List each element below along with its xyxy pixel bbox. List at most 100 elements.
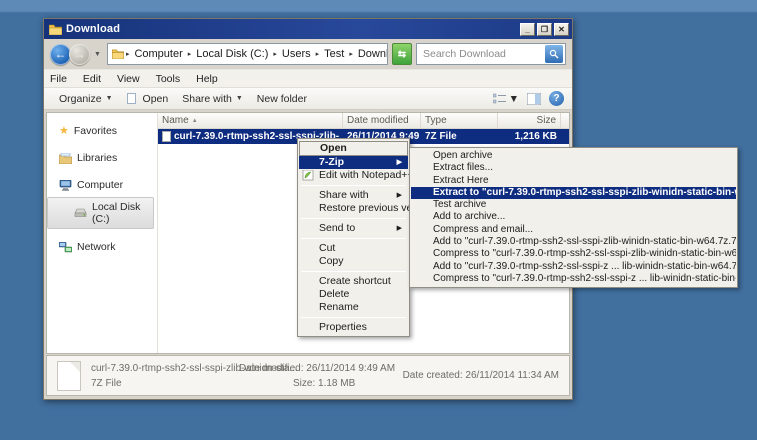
breadcrumb-arrow-icon: ▸ bbox=[316, 50, 320, 58]
new-folder-button[interactable]: New folder bbox=[250, 91, 314, 107]
context-menu-item-edit-with-notepadpp[interactable]: Edit with Notepad++ bbox=[299, 169, 408, 182]
column-headers: Name ▲ Date modified Type Size bbox=[158, 113, 569, 129]
chevron-down-icon: ▼ bbox=[509, 93, 519, 105]
chevron-down-icon: ▼ bbox=[236, 95, 243, 102]
details-file-name: curl-7.39.0-rtmp-ssh2-ssl-sspi-zlib-wini… bbox=[91, 361, 239, 376]
breadcrumb-item-download[interactable]: Download bbox=[355, 46, 388, 62]
context-menu-item-cut[interactable]: Cut bbox=[299, 242, 408, 255]
context-menu-item-create-shortcut[interactable]: Create shortcut bbox=[299, 275, 408, 288]
details-date-created: Date created: 26/11/2014 11:34 AM bbox=[403, 368, 559, 383]
column-header-name[interactable]: Name ▲ bbox=[158, 113, 343, 128]
breadcrumb-folder-icon bbox=[112, 49, 124, 59]
context-menu-item-restore-previous-versions[interactable]: Restore previous versions bbox=[299, 202, 408, 215]
menu-tools[interactable]: Tools bbox=[156, 73, 181, 85]
menu-help[interactable]: Help bbox=[196, 73, 218, 85]
details-file-type: 7Z File bbox=[91, 376, 239, 391]
title-bar[interactable]: Download _ ❐ ✕ bbox=[44, 19, 572, 39]
refresh-button[interactable]: ⇆ bbox=[392, 43, 412, 65]
file-type-cell: 7Z File bbox=[421, 131, 498, 142]
document-icon bbox=[162, 131, 171, 142]
submenu-item-compress-to-zip-and-email[interactable]: Compress to "curl-7.39.0-rtmp-ssh2-ssl-s… bbox=[411, 273, 736, 285]
breadcrumb-arrow-icon: ▸ bbox=[188, 50, 192, 58]
column-header-size[interactable]: Size bbox=[498, 113, 561, 128]
window-title: Download bbox=[66, 23, 518, 35]
navigation-pane: ★ Favorites Libraries Computer Local Di bbox=[47, 113, 158, 353]
notepad-plus-plus-icon bbox=[302, 170, 314, 181]
sidebar-item-local-disk-c[interactable]: Local Disk (C:) bbox=[47, 197, 154, 229]
details-size: Size: 1.18 MB bbox=[239, 376, 403, 391]
folder-icon bbox=[49, 24, 62, 35]
sidebar-item-favorites[interactable]: ★ Favorites bbox=[47, 121, 157, 140]
star-icon: ★ bbox=[59, 124, 69, 137]
submenu-arrow-icon: ▶ bbox=[397, 156, 402, 169]
sidebar-item-computer[interactable]: Computer bbox=[47, 176, 157, 194]
sort-ascending-icon: ▲ bbox=[192, 118, 198, 124]
libraries-icon bbox=[59, 153, 72, 164]
minimize-button[interactable]: _ bbox=[520, 23, 535, 36]
help-icon[interactable]: ? bbox=[549, 91, 564, 106]
submenu-item-extract-here[interactable]: Extract Here bbox=[411, 175, 736, 187]
menu-separator bbox=[301, 317, 406, 318]
desktop: { "window": { "title": "Download", "cont… bbox=[0, 0, 757, 440]
maximize-button[interactable]: ❐ bbox=[537, 23, 552, 36]
details-date-modified: Date modified: 26/11/2014 9:49 AM bbox=[239, 361, 403, 376]
share-with-button[interactable]: Share with▼ bbox=[175, 91, 250, 107]
breadcrumb[interactable]: ▸ Computer ▸ Local Disk (C:) ▸ Users ▸ T… bbox=[107, 43, 388, 65]
file-icon bbox=[127, 93, 136, 104]
submenu-item-add-to-7z[interactable]: Add to "curl-7.39.0-rtmp-ssh2-ssl-sspi-z… bbox=[411, 236, 736, 248]
change-view-button[interactable]: ▼ bbox=[493, 93, 519, 105]
breadcrumb-item-users[interactable]: Users bbox=[279, 46, 314, 62]
submenu-item-extract-to[interactable]: Extract to "curl-7.39.0-rtmp-ssh2-ssl-ss… bbox=[411, 187, 736, 199]
submenu-item-add-to-zip[interactable]: Add to "curl-7.39.0-rtmp-ssh2-ssl-sspi-z… bbox=[411, 261, 736, 273]
file-preview-icon bbox=[57, 361, 81, 391]
menu-edit[interactable]: Edit bbox=[83, 73, 101, 85]
menu-separator bbox=[301, 271, 406, 272]
context-menu-item-delete[interactable]: Delete bbox=[299, 288, 408, 301]
submenu-item-test-archive[interactable]: Test archive bbox=[411, 199, 736, 211]
computer-icon bbox=[59, 180, 72, 191]
context-menu-item-7zip[interactable]: 7-Zip▶ bbox=[299, 156, 408, 169]
menu-separator bbox=[301, 185, 406, 186]
menu-bar: File Edit View Tools Help bbox=[44, 69, 572, 87]
preview-pane-button[interactable] bbox=[527, 93, 541, 105]
column-header-type[interactable]: Type bbox=[421, 113, 498, 128]
breadcrumb-item-computer[interactable]: Computer bbox=[131, 46, 185, 62]
menu-separator bbox=[301, 238, 406, 239]
context-menu-item-rename[interactable]: Rename bbox=[299, 301, 408, 314]
submenu-arrow-icon: ▶ bbox=[397, 189, 402, 202]
context-menu-item-send-to[interactable]: Send to▶ bbox=[299, 222, 408, 235]
submenu-item-compress-and-email[interactable]: Compress and email... bbox=[411, 224, 736, 236]
sidebar-item-network[interactable]: Network bbox=[47, 238, 157, 256]
search-box bbox=[416, 43, 566, 65]
search-icon[interactable] bbox=[545, 45, 563, 63]
breadcrumb-item-local-disk[interactable]: Local Disk (C:) bbox=[193, 46, 271, 62]
organize-button[interactable]: Organize▼ bbox=[52, 91, 120, 107]
close-button[interactable]: ✕ bbox=[554, 23, 569, 36]
column-header-spacer bbox=[561, 113, 569, 128]
context-menu-item-share-with[interactable]: Share with▶ bbox=[299, 189, 408, 202]
history-dropdown-icon[interactable]: ▼ bbox=[94, 51, 101, 58]
forward-button[interactable]: → bbox=[69, 44, 90, 65]
sidebar-item-libraries[interactable]: Libraries bbox=[47, 149, 157, 167]
submenu-item-open-archive[interactable]: Open archive bbox=[411, 150, 736, 162]
breadcrumb-arrow-icon: ▸ bbox=[273, 50, 277, 58]
command-toolbar: Organize▼ Open Share with▼ New folder ▼ … bbox=[44, 87, 572, 110]
context-menu-item-properties[interactable]: Properties bbox=[299, 321, 408, 334]
context-menu-item-open[interactable]: Open bbox=[299, 141, 408, 156]
menu-separator bbox=[301, 218, 406, 219]
submenu-item-compress-to-7z-and-email[interactable]: Compress to "curl-7.39.0-rtmp-ssh2-ssl-s… bbox=[411, 248, 736, 260]
search-input[interactable] bbox=[423, 48, 545, 60]
details-pane: curl-7.39.0-rtmp-ssh2-ssl-sspi-zlib-wini… bbox=[46, 355, 570, 396]
open-button[interactable]: Open bbox=[120, 91, 176, 107]
back-button[interactable]: ← bbox=[50, 44, 71, 65]
breadcrumb-arrow-icon: ▸ bbox=[349, 50, 353, 58]
submenu-item-extract-files[interactable]: Extract files... bbox=[411, 162, 736, 174]
menu-view[interactable]: View bbox=[117, 73, 140, 85]
submenu-item-add-to-archive[interactable]: Add to archive... bbox=[411, 211, 736, 223]
breadcrumb-arrow-icon: ▸ bbox=[126, 50, 130, 58]
network-icon bbox=[59, 242, 72, 253]
context-menu-item-copy[interactable]: Copy bbox=[299, 255, 408, 268]
column-header-date-modified[interactable]: Date modified bbox=[343, 113, 421, 128]
breadcrumb-item-test[interactable]: Test bbox=[321, 46, 347, 62]
menu-file[interactable]: File bbox=[50, 73, 67, 85]
